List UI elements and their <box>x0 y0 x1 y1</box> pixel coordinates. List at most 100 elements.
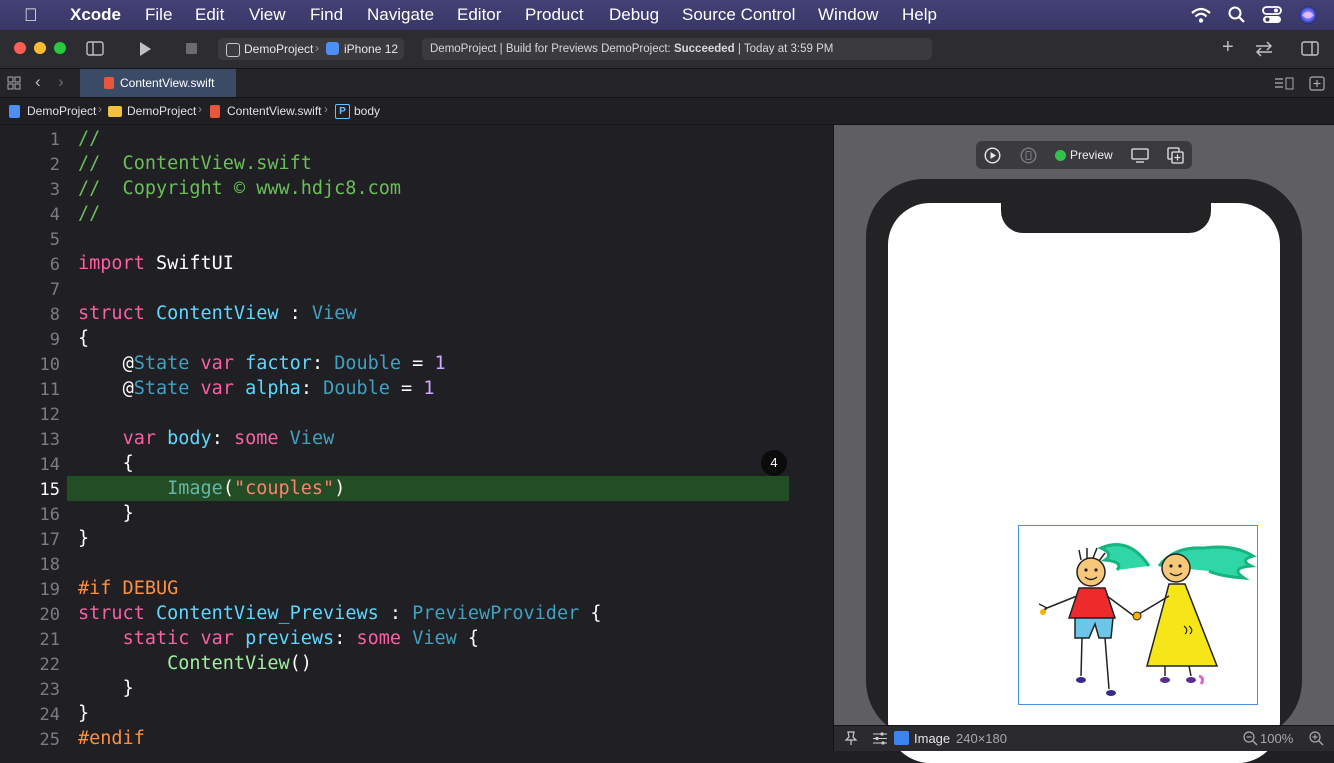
scheme-selector[interactable]: DemoProject › iPhone 12 <box>218 38 404 60</box>
run-play-icon[interactable] <box>138 41 152 57</box>
breadcrumb-symbol[interactable]: body <box>354 104 380 118</box>
menu-source-control[interactable]: Source Control <box>682 5 795 25</box>
code-line-contentview-call: ContentView() <box>167 653 312 674</box>
line-number: 5 <box>49 230 60 250</box>
menu-find[interactable]: Find <box>310 5 343 25</box>
control-center-icon[interactable] <box>1262 6 1282 24</box>
line-number: 13 <box>39 430 60 450</box>
line-number: 20 <box>39 605 60 625</box>
line-number: 7 <box>49 280 60 300</box>
zoom-in-icon[interactable] <box>1309 731 1324 746</box>
line-number: 18 <box>39 555 60 575</box>
preview-on-device-icon[interactable] <box>1020 147 1037 164</box>
line-number: 6 <box>49 255 60 275</box>
scheme-project-name: DemoProject <box>244 42 314 56</box>
siri-icon[interactable] <box>1298 5 1318 25</box>
property-symbol-icon: P <box>335 104 350 119</box>
line-number: 8 <box>49 305 60 325</box>
close-window-button[interactable] <box>14 42 26 54</box>
related-items-grid-icon[interactable] <box>7 76 21 90</box>
minimize-window-button[interactable] <box>34 42 46 54</box>
breadcrumb-project[interactable]: DemoProject <box>27 104 96 118</box>
code-line-brace: } <box>78 528 90 549</box>
swift-file-icon <box>104 77 114 89</box>
code-line-brace: } <box>122 503 134 524</box>
menu-file[interactable]: File <box>145 5 172 25</box>
code-line-endif: #endif <box>78 728 145 749</box>
tab-contentview-swift[interactable]: ContentView.swift <box>80 69 236 97</box>
menu-navigate[interactable]: Navigate <box>367 5 434 25</box>
code-line-image: Image("couples") <box>167 478 346 499</box>
adjustments-icon[interactable] <box>872 732 888 745</box>
breadcrumb-group[interactable]: DemoProject <box>127 104 196 118</box>
code-line-state-alpha: @State var alpha: Double = 1 <box>122 378 435 399</box>
wifi-icon[interactable] <box>1190 6 1212 24</box>
code-line-previews-struct: struct ContentView_Previews : PreviewPro… <box>78 603 602 624</box>
zoom-out-icon[interactable] <box>1243 731 1258 746</box>
add-library-icon[interactable]: + <box>1222 36 1234 59</box>
simulator-device-icon <box>326 42 339 55</box>
menu-editor[interactable]: Editor <box>457 5 501 25</box>
project-icon <box>9 105 20 118</box>
selected-element-size: 240×180 <box>956 731 1007 746</box>
couples-image[interactable] <box>1018 525 1258 705</box>
stop-icon[interactable] <box>186 43 197 54</box>
code-line-comment: // Copyright © www.hdjc8.com <box>78 178 402 199</box>
menu-bar:  Xcode File Edit View Find Navigate Edi… <box>0 0 1334 30</box>
line-number: 24 <box>39 705 60 725</box>
menu-window[interactable]: Window <box>818 5 878 25</box>
code-line-brace: { <box>122 453 134 474</box>
menu-help[interactable]: Help <box>902 5 937 25</box>
preview-settings-icon[interactable] <box>1131 148 1149 163</box>
back-chevron-icon[interactable]: ‹ <box>35 72 41 92</box>
iphone-notch <box>1001 203 1211 233</box>
spotlight-search-icon[interactable] <box>1228 6 1246 24</box>
line-number: 16 <box>39 505 60 525</box>
inspector-toggle-icon[interactable] <box>1301 41 1319 56</box>
code-review-icon[interactable] <box>1254 41 1274 57</box>
menu-edit[interactable]: Edit <box>195 5 224 25</box>
line-number: 22 <box>39 655 60 675</box>
menu-product[interactable]: Product <box>525 5 584 25</box>
editor-options-icon[interactable] <box>1274 77 1294 90</box>
status-prefix: DemoProject | Build for Previews DemoPro… <box>430 43 671 55</box>
code-line-static-previews: static var previews: some View { <box>122 628 480 649</box>
preview-label[interactable]: Preview <box>1070 148 1113 162</box>
breadcrumb-file[interactable]: ContentView.swift <box>227 104 322 118</box>
code-line-body: var body: some View <box>122 428 335 449</box>
code-line-comment: // <box>78 203 101 224</box>
preview-status-dot <box>1055 150 1066 161</box>
menu-app-name[interactable]: Xcode <box>70 5 121 25</box>
code-line-brace: } <box>78 703 90 724</box>
source-editor[interactable]: 4 1 2 3 4 5 6 7 8 9 10 11 12 13 14 15 16… <box>0 125 832 750</box>
line-number: 3 <box>49 180 60 200</box>
zoom-level[interactable]: 100% <box>1260 731 1293 746</box>
chevron-right-icon: › <box>98 102 102 116</box>
line-number: 1 <box>49 130 60 150</box>
code-line-state-factor: @State var factor: Double = 1 <box>122 353 446 374</box>
canvas-bottom-bar: Image 240×180 100% <box>833 725 1334 751</box>
image-element-icon <box>894 731 909 745</box>
app-scheme-icon <box>226 43 240 57</box>
live-preview-play-icon[interactable] <box>984 147 1001 164</box>
line-number: 11 <box>39 380 60 400</box>
pin-icon[interactable] <box>844 731 858 746</box>
duplicate-preview-icon[interactable] <box>1167 147 1184 164</box>
zoom-window-button[interactable] <box>54 42 66 54</box>
status-result: Succeeded <box>673 43 735 55</box>
folder-icon <box>108 106 122 117</box>
line-number: 10 <box>39 355 60 375</box>
add-editor-icon[interactable] <box>1309 76 1325 91</box>
menu-view[interactable]: View <box>249 5 286 25</box>
forward-chevron-icon[interactable]: › <box>58 72 64 92</box>
apple-menu-icon[interactable]:  <box>24 5 38 26</box>
tab-title: ContentView.swift <box>120 76 215 90</box>
navigator-toggle-icon[interactable] <box>86 41 104 56</box>
scheme-device-name: iPhone 12 <box>344 42 399 56</box>
issue-count-badge[interactable]: 4 <box>761 450 787 476</box>
code-line-comment: // ContentView.swift <box>78 153 312 174</box>
menu-debug[interactable]: Debug <box>609 5 659 25</box>
chevron-right-icon: › <box>198 102 202 116</box>
chevron-right-icon: › <box>315 41 319 55</box>
chevron-right-icon: › <box>324 102 328 116</box>
